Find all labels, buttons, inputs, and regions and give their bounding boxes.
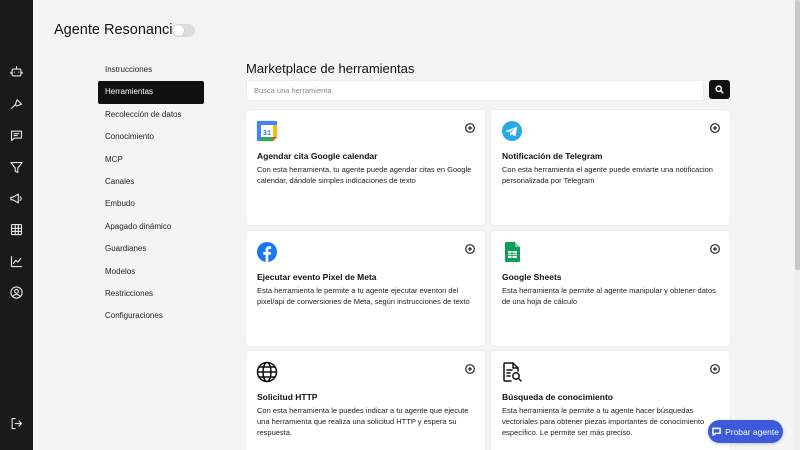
tool-name: Ejecutar evento Pixel de Meta: [257, 272, 377, 282]
facebook-icon: [256, 241, 278, 263]
subnav-item-embudo[interactable]: Embudo: [98, 193, 204, 215]
tool-card-http-request[interactable]: Solicitud HTTP Con esta herramienta le p…: [246, 351, 485, 450]
subnav-item-mcp[interactable]: MCP: [98, 149, 204, 171]
marketplace-title: Marketplace de herramientas: [246, 61, 415, 76]
scrollbar-thumb[interactable]: [795, 0, 800, 270]
plus-circle-icon: [710, 244, 720, 254]
flow-icon[interactable]: [8, 95, 24, 111]
tool-description: Con esta herramienta le puedes indicar a…: [257, 406, 469, 438]
add-tool-button[interactable]: [465, 241, 475, 254]
plus-circle-icon: [710, 123, 720, 133]
tool-description: Esta herramienta le permite a tu agente …: [257, 286, 470, 307]
search-button[interactable]: [709, 80, 730, 99]
agent-title: Agente Resonancias: [54, 22, 188, 38]
add-tool-button[interactable]: [710, 120, 720, 133]
subnav-item-canales[interactable]: Canales: [98, 171, 204, 193]
subnav-item-conocimiento[interactable]: Conocimiento: [98, 126, 204, 148]
tool-search-input[interactable]: [246, 80, 704, 101]
telegram-icon: [501, 120, 523, 142]
page-scrollbar[interactable]: [795, 0, 800, 450]
calendar-day-label: 31: [263, 128, 271, 137]
chat-icon[interactable]: [8, 127, 24, 143]
chat-bubble-icon: [712, 427, 721, 436]
tool-name: Notificación de Telegram: [502, 151, 603, 161]
tool-name: Google Sheets: [502, 272, 562, 282]
tool-card-google-sheets[interactable]: Google Sheets Esta herramienta le permit…: [491, 231, 730, 346]
try-agent-label: Probar agente: [725, 426, 779, 437]
subnav-item-recoleccion-de-datos[interactable]: Recolección de datos: [98, 104, 204, 126]
globe-icon: [256, 361, 278, 383]
search-icon: [715, 85, 724, 94]
document-search-icon: [501, 361, 523, 383]
tool-name: Búsqueda de conocimiento: [502, 392, 613, 402]
plus-circle-icon: [465, 123, 475, 133]
tool-card-meta-pixel[interactable]: Ejecutar evento Pixel de Meta Esta herra…: [246, 231, 485, 346]
google-calendar-icon: 31: [256, 120, 278, 142]
tool-description: Con esta herramienta, tu agente puede ag…: [257, 165, 472, 186]
bot-icon[interactable]: [8, 63, 24, 79]
plus-circle-icon: [465, 244, 475, 254]
plus-circle-icon: [710, 364, 720, 374]
subnav-item-restricciones[interactable]: Restricciones: [98, 283, 204, 305]
table-icon[interactable]: [8, 221, 24, 237]
subnav-item-configuraciones[interactable]: Configuraciones: [98, 305, 204, 327]
tool-card-telegram[interactable]: Notificación de Telegram Con esta herram…: [491, 110, 730, 225]
subnav-item-herramientas[interactable]: Herramientas: [98, 81, 204, 104]
tool-name: Solicitud HTTP: [257, 392, 318, 402]
subnav-item-modelos[interactable]: Modelos: [98, 261, 204, 283]
funnel-icon[interactable]: [8, 159, 24, 175]
toggle-knob: [173, 25, 184, 36]
add-tool-button[interactable]: [710, 361, 720, 374]
try-agent-button[interactable]: Probar agente: [708, 420, 783, 443]
google-sheets-icon: [501, 241, 523, 263]
subnav-item-apagado-dinamico[interactable]: Apagado dinámico: [98, 216, 204, 238]
tool-name: Agendar cita Google calendar: [257, 151, 378, 161]
plus-circle-icon: [465, 364, 475, 374]
chart-icon[interactable]: [8, 253, 24, 269]
logout-icon[interactable]: [8, 415, 24, 431]
add-tool-button[interactable]: [465, 361, 475, 374]
add-tool-button[interactable]: [465, 120, 475, 133]
agent-active-toggle[interactable]: [172, 24, 195, 37]
subnav-item-instrucciones[interactable]: Instrucciones: [98, 59, 204, 81]
megaphone-icon[interactable]: [8, 190, 24, 206]
agent-subnav: Instrucciones Herramientas Recolección d…: [98, 59, 204, 328]
tool-card-google-calendar[interactable]: 31 Agendar cita Google calendar Con esta…: [246, 110, 485, 225]
left-rail: [0, 0, 33, 450]
tool-description: Esta herramienta le permite al agente ma…: [502, 286, 716, 307]
tool-description: Con esta herramienta el agente puede env…: [502, 165, 713, 186]
tool-card-knowledge-search[interactable]: Búsqueda de conocimiento Esta herramient…: [491, 351, 730, 450]
user-circle-icon[interactable]: [8, 284, 24, 300]
subnav-item-guardianes[interactable]: Guardianes: [98, 238, 204, 260]
add-tool-button[interactable]: [710, 241, 720, 254]
tool-description: Esta herramienta le permite a tu agente …: [502, 406, 705, 438]
